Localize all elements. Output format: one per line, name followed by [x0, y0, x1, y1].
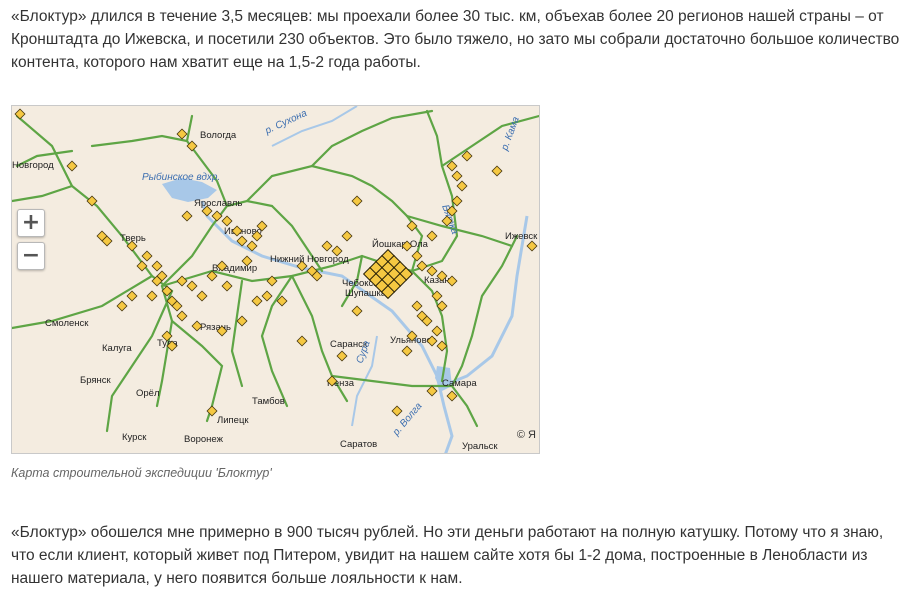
site-marker-icon[interactable]: [426, 230, 438, 242]
site-marker-icon[interactable]: [411, 300, 423, 312]
site-marker-icon[interactable]: [411, 250, 423, 262]
city-vologda: Вологда: [200, 130, 237, 141]
city-tambov: Тамбов: [252, 396, 285, 407]
city-bryansk: Брянск: [80, 375, 112, 386]
map-canvas[interactable]: Вологда Новгород Тверь Ярославль Иваново…: [12, 106, 539, 453]
site-marker-icon[interactable]: [296, 335, 308, 347]
site-marker-icon[interactable]: [176, 310, 188, 322]
site-marker-icon[interactable]: [126, 290, 138, 302]
site-marker-icon[interactable]: [391, 405, 403, 417]
site-marker-icon[interactable]: [116, 300, 128, 312]
river-kama: р. Кама: [499, 115, 522, 153]
river-sukhona: р. Сухона: [263, 108, 310, 137]
city-orel: Орёл: [136, 388, 160, 399]
site-marker-icon[interactable]: [141, 250, 153, 262]
zoom-in-button[interactable]: +: [17, 209, 45, 237]
site-marker-icon[interactable]: [211, 210, 223, 222]
site-marker-icon[interactable]: [406, 220, 418, 232]
city-novgorod: Новгород: [12, 160, 54, 171]
city-smolensk: Смоленск: [45, 318, 89, 329]
site-marker-icon[interactable]: [446, 390, 458, 402]
city-izhevsk: Ижевск: [505, 231, 538, 242]
city-yaroslavl: Ярославль: [194, 198, 242, 209]
site-marker-icon[interactable]: [401, 345, 413, 357]
site-marker-icon[interactable]: [176, 275, 188, 287]
river-volga: р. Волга: [390, 401, 425, 439]
site-marker-icon[interactable]: [251, 295, 263, 307]
city-uralsk: Уральск: [462, 441, 498, 452]
site-marker-icon[interactable]: [526, 240, 538, 252]
city-voronezh: Воронеж: [184, 434, 224, 445]
site-marker-icon[interactable]: [66, 160, 78, 172]
map-copyright: © Я: [516, 429, 536, 441]
site-marker-icon[interactable]: [151, 260, 163, 272]
city-saratov: Саратов: [340, 439, 377, 450]
site-marker-icon[interactable]: [136, 260, 148, 272]
site-marker-icon[interactable]: [456, 180, 468, 192]
site-marker-icon[interactable]: [491, 165, 503, 177]
site-marker-icon[interactable]: [261, 290, 273, 302]
site-marker-icon[interactable]: [451, 170, 463, 182]
site-marker-icon[interactable]: [146, 290, 158, 302]
river-rybinsk: Рыбинское вдхр.: [142, 171, 220, 183]
city-samara: Самара: [442, 378, 477, 389]
intro-paragraph: «Блоктур» длился в течение 3,5 месяцев: …: [11, 8, 900, 71]
site-marker-icon[interactable]: [351, 305, 363, 317]
city-lipetsk: Липецк: [217, 415, 249, 426]
site-marker-icon[interactable]: [236, 315, 248, 327]
site-marker-icon[interactable]: [181, 210, 193, 222]
site-marker-icon[interactable]: [221, 215, 233, 227]
site-marker-icon[interactable]: [351, 195, 363, 207]
site-marker-icon[interactable]: [196, 290, 208, 302]
city-kursk: Курск: [122, 432, 147, 443]
site-marker-icon[interactable]: [321, 240, 333, 252]
site-marker-icon[interactable]: [221, 280, 233, 292]
map-caption: Карта строительной экспедиции 'Блоктур': [11, 466, 272, 480]
zoom-out-button[interactable]: −: [17, 242, 45, 270]
site-marker-icon[interactable]: [14, 108, 26, 120]
expedition-map[interactable]: Вологда Новгород Тверь Ярославль Иваново…: [11, 105, 540, 454]
site-marker-icon[interactable]: [341, 230, 353, 242]
city-yoshkar-ola: Йошкар-Ола: [372, 238, 429, 250]
city-kaluga: Калуга: [102, 343, 132, 354]
site-marker-icon[interactable]: [186, 280, 198, 292]
site-marker-icon[interactable]: [336, 350, 348, 362]
site-marker-icon[interactable]: [426, 385, 438, 397]
closing-paragraph: «Блоктур» обошелся мне примерно в 900 ты…: [11, 524, 884, 587]
site-marker-icon[interactable]: [176, 128, 188, 140]
